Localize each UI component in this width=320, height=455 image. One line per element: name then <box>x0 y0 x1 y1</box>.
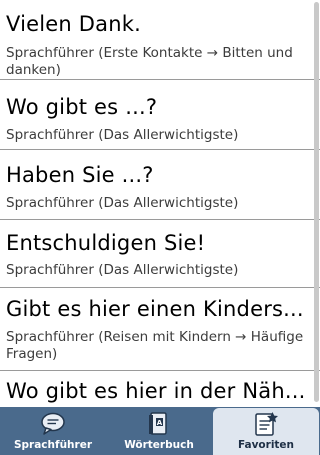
entry-subtitle: Sprachführer (Das Allerwichtigste) <box>6 262 239 278</box>
entry-subtitle: Sprachführer (Erste Kontakte → Bitten un… <box>6 45 293 78</box>
list-item[interactable]: Wo gibt es ...? Sprachführer (Das Allerw… <box>0 80 320 150</box>
entry-subtitle: Sprachführer (Das Allerwichtigste) <box>6 195 239 211</box>
entry-title: Vielen Dank. <box>6 12 141 36</box>
entry-title: Gibt es hier einen Kinders... <box>6 297 304 321</box>
list-item[interactable]: Wo gibt es hier in der Näh... <box>0 371 320 407</box>
dictionary-book-icon: A <box>145 411 173 437</box>
tab-woerterbuch[interactable]: A Wörterbuch <box>106 407 212 455</box>
list-item[interactable]: Vielen Dank. Sprachführer (Erste Kontakt… <box>0 0 320 80</box>
list-item[interactable]: Gibt es hier einen Kinders... Sprachführ… <box>0 288 320 371</box>
scrollbar[interactable] <box>314 2 319 402</box>
bottom-tab-bar: Sprachführer A Wörterbuch Favoriten <box>0 407 320 455</box>
entry-title: Haben Sie ...? <box>6 163 154 187</box>
svg-text:A: A <box>157 419 163 427</box>
entry-title: Wo gibt es ...? <box>6 95 158 119</box>
entry-title: Entschuldigen Sie! <box>6 231 206 255</box>
tab-label: Wörterbuch <box>124 439 194 451</box>
tab-label: Sprachführer <box>13 439 93 451</box>
entry-subtitle: Sprachführer (Das Allerwichtigste) <box>6 127 239 143</box>
favorites-list: Vielen Dank. Sprachführer (Erste Kontakt… <box>0 0 320 407</box>
entry-subtitle: Sprachführer (Reisen mit Kindern → Häufi… <box>6 329 304 362</box>
tab-label: Favoriten <box>237 439 295 451</box>
favorites-document-star-icon <box>252 411 280 437</box>
entry-title: Wo gibt es hier in der Näh... <box>6 379 306 403</box>
tab-favoriten[interactable]: Favoriten <box>213 408 319 455</box>
speech-bubble-icon <box>39 411 67 437</box>
list-item[interactable]: Haben Sie ...? Sprachführer (Das Allerwi… <box>0 150 320 220</box>
tab-sprachfuehrer[interactable]: Sprachführer <box>0 407 106 455</box>
list-item[interactable]: Entschuldigen Sie! Sprachführer (Das All… <box>0 220 320 288</box>
